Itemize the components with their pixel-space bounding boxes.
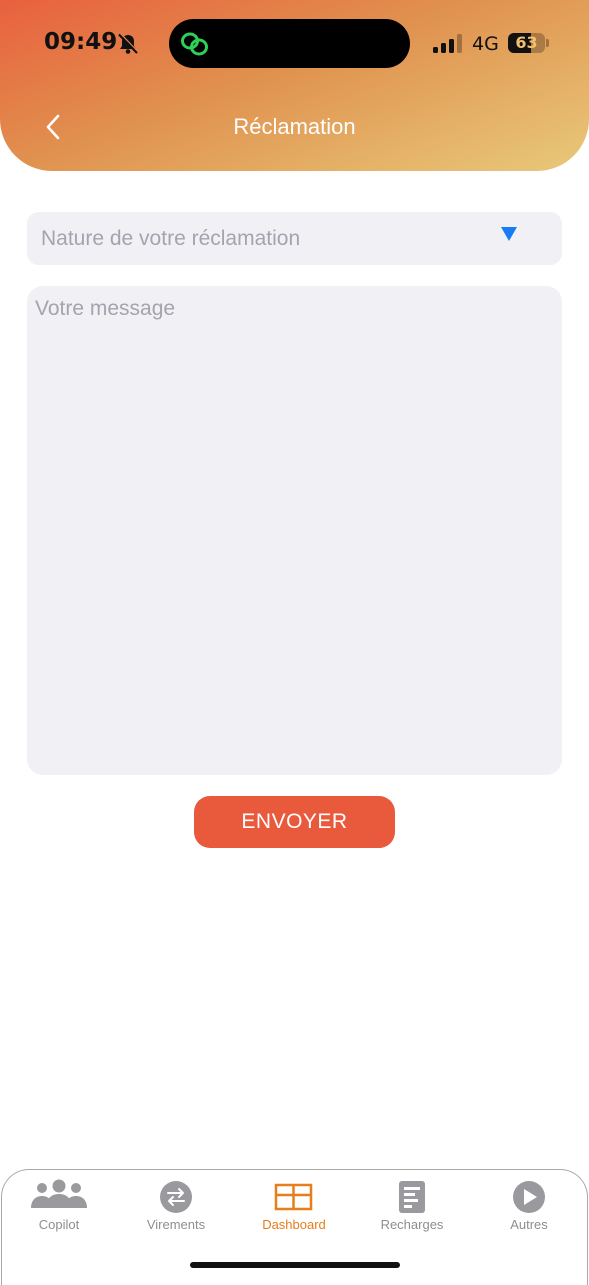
- grid-icon: [274, 1183, 313, 1211]
- battery-cap: [546, 39, 549, 47]
- people-icon: [31, 1179, 87, 1208]
- network-type: 4G: [472, 33, 499, 55]
- message-textarea[interactable]: [27, 286, 562, 775]
- claim-type-placeholder: Nature de votre réclamation: [41, 227, 301, 250]
- claim-type-select[interactable]: Nature de votre réclamation: [27, 212, 562, 265]
- tab-label-copilot: Copilot: [38, 1217, 80, 1232]
- bell-muted-icon: [118, 33, 139, 54]
- play-icon: [513, 1181, 545, 1213]
- tab-label-dashboard: Dashboard: [262, 1217, 326, 1232]
- tab-label-recharges: Recharges: [380, 1217, 444, 1232]
- tab-label-autres: Autres: [510, 1217, 548, 1232]
- transfer-icon: [160, 1181, 192, 1213]
- status-time: 09:49: [44, 29, 118, 55]
- tab-copilot[interactable]: Copilot: [0, 1173, 118, 1243]
- dropdown-arrow-icon[interactable]: [501, 227, 517, 242]
- signal-icon: [433, 34, 462, 53]
- tab-recharges[interactable]: Recharges: [353, 1173, 471, 1243]
- home-indicator[interactable]: [190, 1262, 400, 1268]
- link-icon: [181, 32, 208, 56]
- tab-dashboard[interactable]: Dashboard: [235, 1173, 353, 1243]
- battery-percent: 63: [515, 33, 538, 52]
- tab-autres[interactable]: Autres: [470, 1173, 588, 1243]
- tab-label-virements: Virements: [146, 1217, 206, 1232]
- document-icon: [399, 1181, 425, 1213]
- page-title: Réclamation: [233, 114, 356, 139]
- tab-virements[interactable]: Virements: [117, 1173, 235, 1243]
- battery-icon: 63: [508, 33, 545, 53]
- send-button[interactable]: ENVOYER: [194, 796, 395, 848]
